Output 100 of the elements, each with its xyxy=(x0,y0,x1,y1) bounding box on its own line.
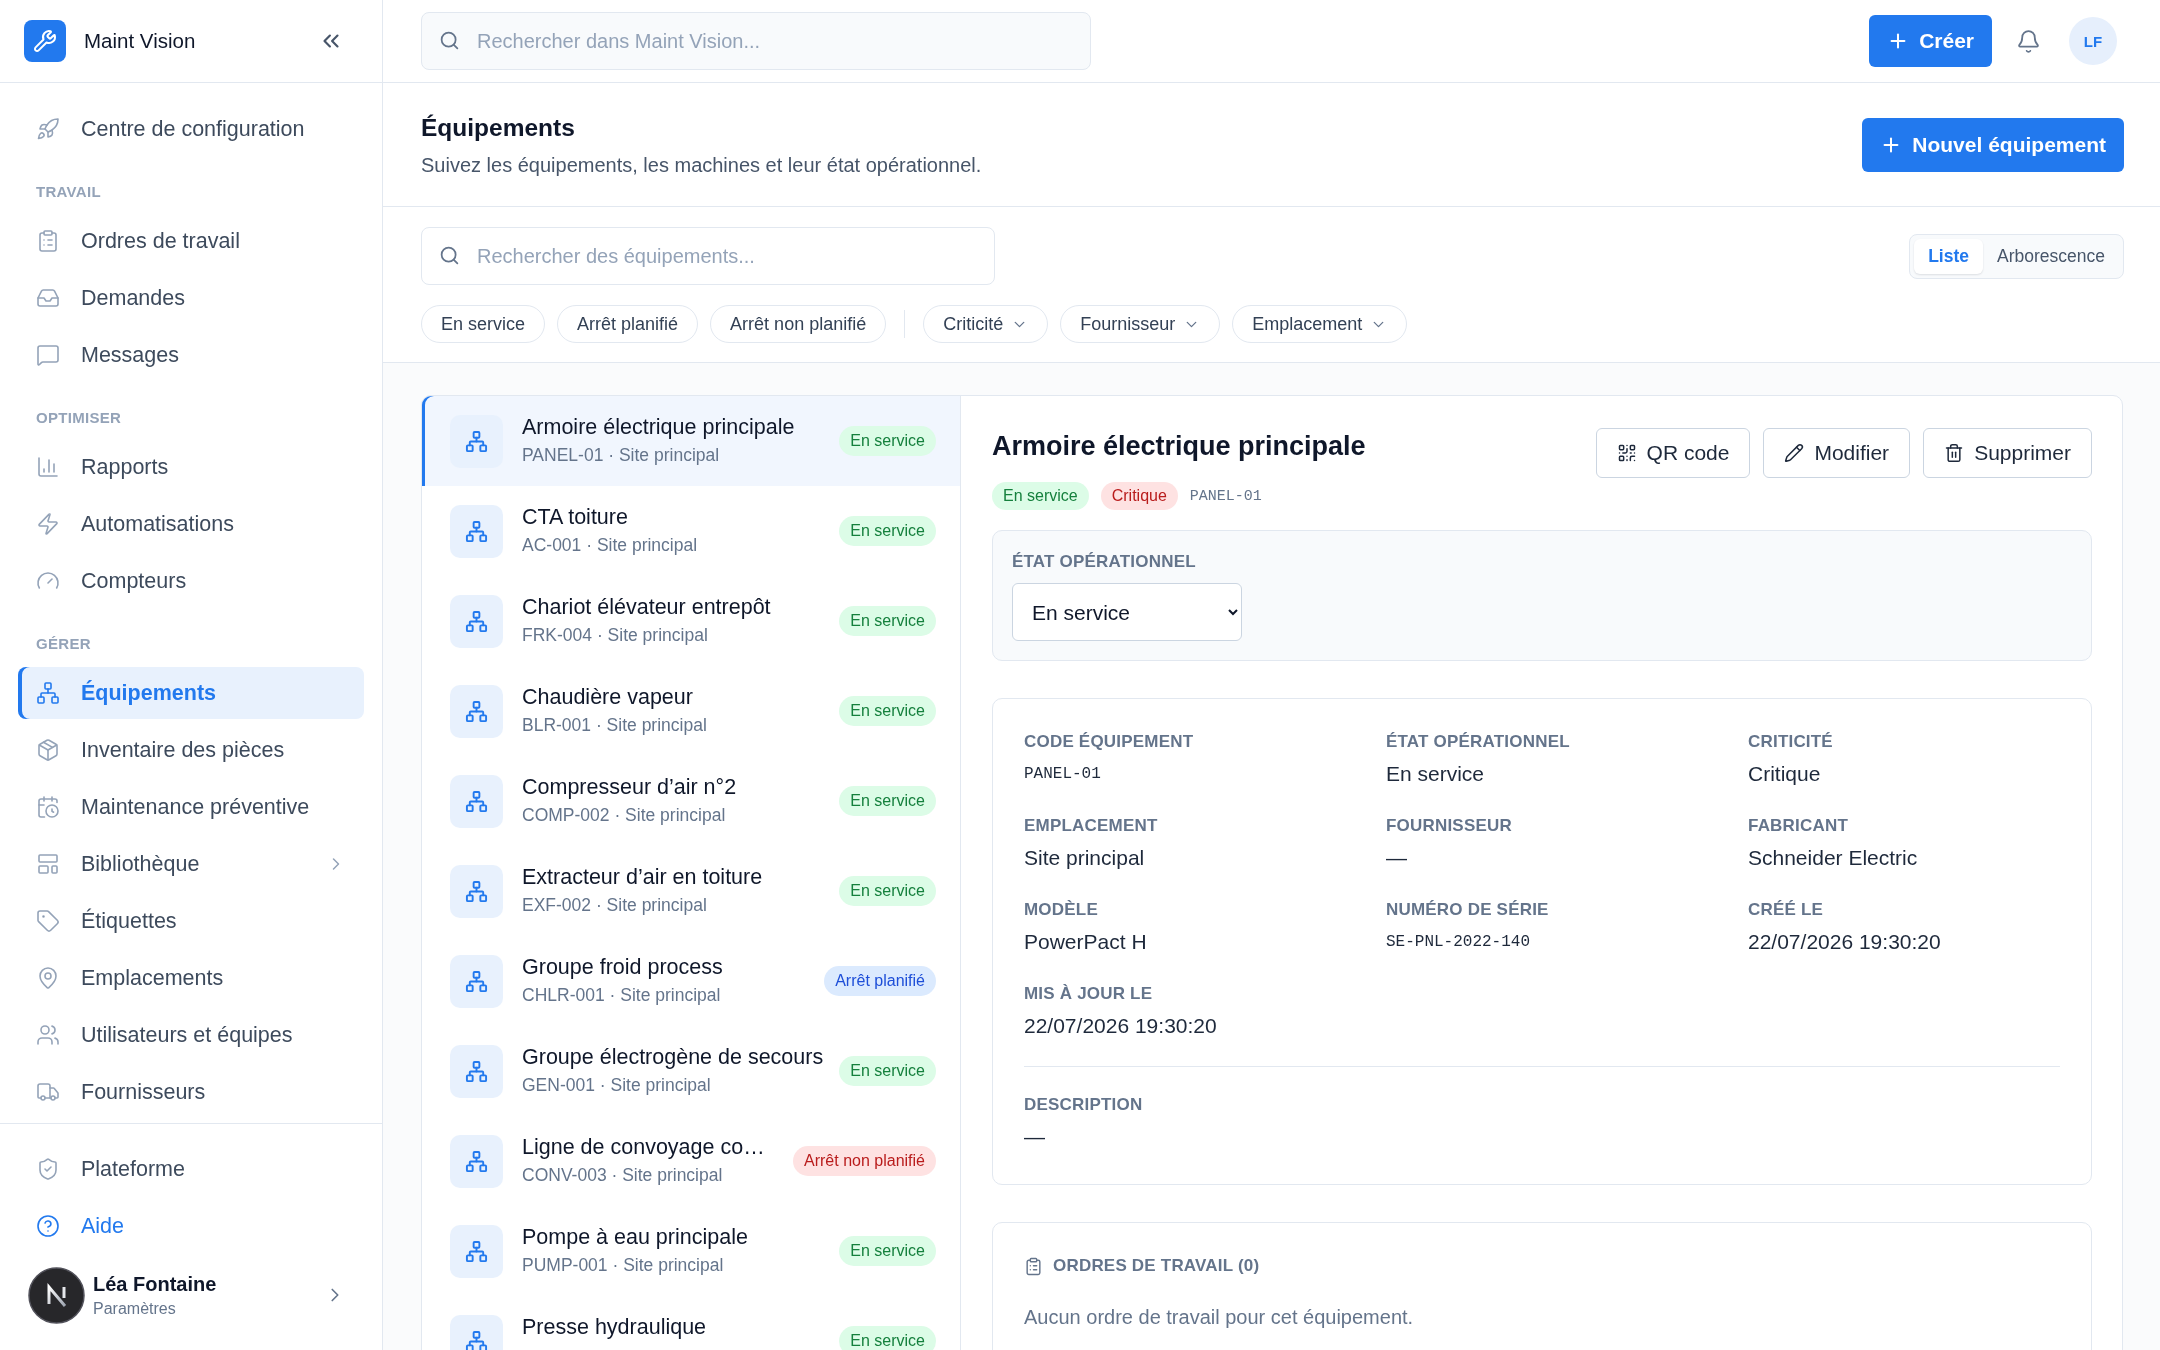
section-heading: ORDRES DE TRAVAIL (0) xyxy=(1053,1255,1260,1277)
sidebar-item[interactable]: Emplacements xyxy=(18,952,364,1004)
users-icon xyxy=(36,1023,60,1047)
view-tab[interactable]: Arborescence xyxy=(1983,238,2119,274)
sidebar-item[interactable]: Centre de configuration xyxy=(18,103,364,155)
equipment-name: Pompe à eau principale xyxy=(522,1225,748,1250)
search-field[interactable]: Rechercher dans Maint Vision... xyxy=(421,12,1091,70)
equipment-code-location: GEN-001 · Site principal xyxy=(522,1074,711,1096)
field-value: 22/07/2026 19:30:20 xyxy=(1024,1013,1217,1039)
user-name: Léa Fontaine xyxy=(93,1272,217,1296)
section-title: TRAVAIL xyxy=(36,182,102,202)
page-subtitle: Suivez les équipements, les machines et leur état opérationnel. xyxy=(421,152,982,177)
new-equipment-button[interactable]: Nouvel équipement xyxy=(1862,117,2124,172)
status-badge: Critique xyxy=(1100,482,1178,510)
view-tab[interactable]: Liste xyxy=(1914,238,1983,274)
app-name: Maint Vision xyxy=(84,29,196,53)
equipment-name: CTA toiture xyxy=(522,505,628,530)
equipment-code-location: CHLR-001 · Site principal xyxy=(522,984,721,1006)
hierarchy-icon xyxy=(450,594,503,648)
field-value: SE-PNL-2022-140 xyxy=(1386,932,1531,953)
filter-chip[interactable]: En service xyxy=(421,305,546,343)
equipment-code-location: PANEL-01 · Site principal xyxy=(522,444,720,466)
sidebar-item[interactable]: Rapports xyxy=(18,441,364,493)
field-label: MIS À JOUR LE xyxy=(1024,983,1153,1005)
trash-icon xyxy=(1944,443,1965,463)
equipment-code-location: EXF-002 · Site principal xyxy=(522,894,707,916)
sidebar-item[interactable]: Bibliothèque xyxy=(18,838,364,890)
search-field[interactable]: Rechercher des équipements... xyxy=(421,227,995,285)
bell-icon[interactable] xyxy=(2016,28,2041,54)
field-value: Critique xyxy=(1748,761,1821,787)
inbox-icon xyxy=(36,286,60,310)
hierarchy-icon xyxy=(450,1224,503,1278)
field-value: PowerPact H xyxy=(1024,929,1147,955)
hierarchy-icon xyxy=(450,864,503,918)
empty-message: Aucun ordre de travail pour cet équipement. xyxy=(1024,1305,1415,1329)
field-label: EMPLACEMENT xyxy=(1024,815,1158,837)
field-value: Site principal xyxy=(1024,845,1145,871)
sidebar-item[interactable]: Maintenance préventive xyxy=(18,781,364,833)
sidebar-item[interactable]: Automatisations xyxy=(18,498,364,550)
equipment-name: Presse hydraulique xyxy=(522,1315,707,1340)
box-icon xyxy=(36,738,60,762)
filter-dropdown[interactable]: Emplacement xyxy=(1232,305,1408,343)
status-badge: En service xyxy=(839,426,936,456)
filter-chip[interactable]: Arrêt non planifié xyxy=(710,305,887,343)
create-button[interactable]: Créer xyxy=(1869,15,1992,67)
status-select[interactable]: En service xyxy=(1012,583,1242,641)
equipment-name: Groupe électrogène de secours xyxy=(522,1045,824,1070)
user-avatar[interactable]: LF xyxy=(2069,17,2117,65)
map-pin-icon xyxy=(36,966,60,990)
field-label: ÉTAT OPÉRATIONNEL xyxy=(1012,551,1197,573)
page-title: Équipements xyxy=(421,112,575,143)
field-label: ÉTAT OPÉRATIONNEL xyxy=(1386,731,1570,753)
sidebar-item[interactable]: Inventaire des pièces xyxy=(18,724,364,776)
round-logo-icon[interactable] xyxy=(28,1266,85,1324)
sidebar-item[interactable]: Messages xyxy=(18,329,364,381)
sidebar-item[interactable]: Compteurs xyxy=(18,555,364,607)
equipment-title: Armoire électrique principale xyxy=(992,430,1366,463)
status-badge: En service xyxy=(839,1056,936,1086)
field-value: En service xyxy=(1386,761,1485,787)
section-title: OPTIMISER xyxy=(36,408,123,428)
hierarchy-icon xyxy=(450,504,503,558)
sidebar-item[interactable]: Fournisseurs xyxy=(18,1066,364,1118)
action-button[interactable]: QR code xyxy=(1595,428,1751,478)
search-icon xyxy=(439,245,460,266)
hierarchy-icon xyxy=(450,954,503,1008)
field-label: DESCRIPTION xyxy=(1024,1094,1143,1116)
action-button[interactable]: Modifier xyxy=(1763,428,1911,478)
status-badge: En service xyxy=(839,606,936,636)
action-button[interactable]: Supprimer xyxy=(1923,428,2092,478)
filter-chip[interactable]: Arrêt planifié xyxy=(557,305,699,343)
equipment-name: Armoire électrique principale xyxy=(522,415,795,440)
hierarchy-icon xyxy=(450,684,503,738)
calendar-clock-icon xyxy=(36,795,60,819)
filter-dropdown[interactable]: Criticité xyxy=(923,305,1049,343)
field-value: — xyxy=(1386,845,1407,871)
field-value: PANEL-01 xyxy=(1024,764,1101,785)
equipment-code: PANEL-01 xyxy=(1189,487,1262,505)
layout-icon xyxy=(36,852,60,876)
clipboard-icon xyxy=(1024,1256,1043,1276)
sidebar-item[interactable]: Ordres de travail xyxy=(18,215,364,267)
hierarchy-icon xyxy=(450,414,503,468)
tag-icon xyxy=(36,909,60,933)
equipment-code-location: AC-001 · Site principal xyxy=(522,534,698,556)
filter-dropdown[interactable]: Fournisseur xyxy=(1060,305,1221,343)
field-label: FABRICANT xyxy=(1748,815,1848,837)
sidebar-item[interactable]: Équipements xyxy=(18,667,364,719)
shield-check-icon xyxy=(36,1157,60,1181)
sidebar-item[interactable]: Demandes xyxy=(18,272,364,324)
equipment-name: Compresseur d’air n°2 xyxy=(522,775,737,800)
status-badge: Arrêt planifié xyxy=(824,966,936,996)
equipment-code-location: PUMP-001 · Site principal xyxy=(522,1254,724,1276)
sidebar-item[interactable]: Étiquettes xyxy=(18,895,364,947)
equipment-list-item[interactable]: Armoire électrique principale PANEL-01 · Site principal En service xyxy=(422,396,960,486)
sidebar-item[interactable]: Plateforme xyxy=(18,1143,364,1195)
sidebar-item[interactable]: Utilisateurs et équipes xyxy=(18,1009,364,1061)
sidebar-item[interactable]: Aide xyxy=(18,1200,364,1252)
field-label: FOURNISSEUR xyxy=(1386,815,1512,837)
hierarchy-icon xyxy=(450,1134,503,1188)
equipment-code-location: COMP-002 · Site principal xyxy=(522,804,726,826)
status-badge: En service xyxy=(839,516,936,546)
